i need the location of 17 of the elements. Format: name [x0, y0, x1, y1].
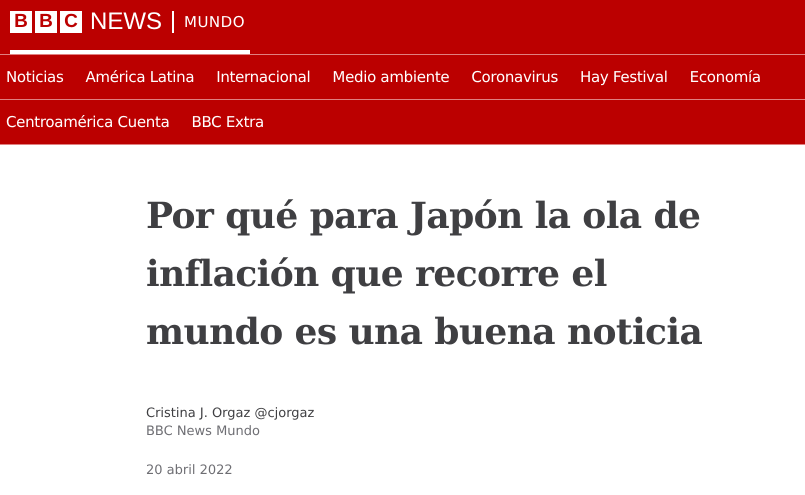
nav-link[interactable]: Economía: [690, 68, 761, 86]
nav-link[interactable]: Centroamérica Cuenta: [6, 113, 170, 131]
divider-bar: [172, 10, 174, 32]
nav-link[interactable]: América Latina: [85, 68, 194, 86]
nav-link[interactable]: Hay Festival: [580, 68, 668, 86]
bbc-logo: B B C: [10, 10, 82, 32]
nav-link[interactable]: BBC Extra: [191, 113, 264, 131]
outlet-name: BBC News Mundo: [146, 423, 261, 441]
brand-name: NEWS: [90, 8, 162, 36]
author-name: Cristina J. Orgaz @cjorgaz: [146, 405, 316, 423]
publish-date: 20 abril 2022: [146, 463, 234, 478]
nav-link[interactable]: Internacional: [216, 68, 310, 86]
nav-link[interactable]: Medio ambiente: [332, 68, 450, 86]
nav-link[interactable]: Noticias: [6, 68, 64, 86]
section-name: MUNDO: [184, 12, 245, 30]
nav-link[interactable]: Coronavirus: [471, 68, 558, 86]
headline: Por qué para Japón la ola de inflación que recorre el mundo es una buena noticia: [146, 194, 704, 355]
